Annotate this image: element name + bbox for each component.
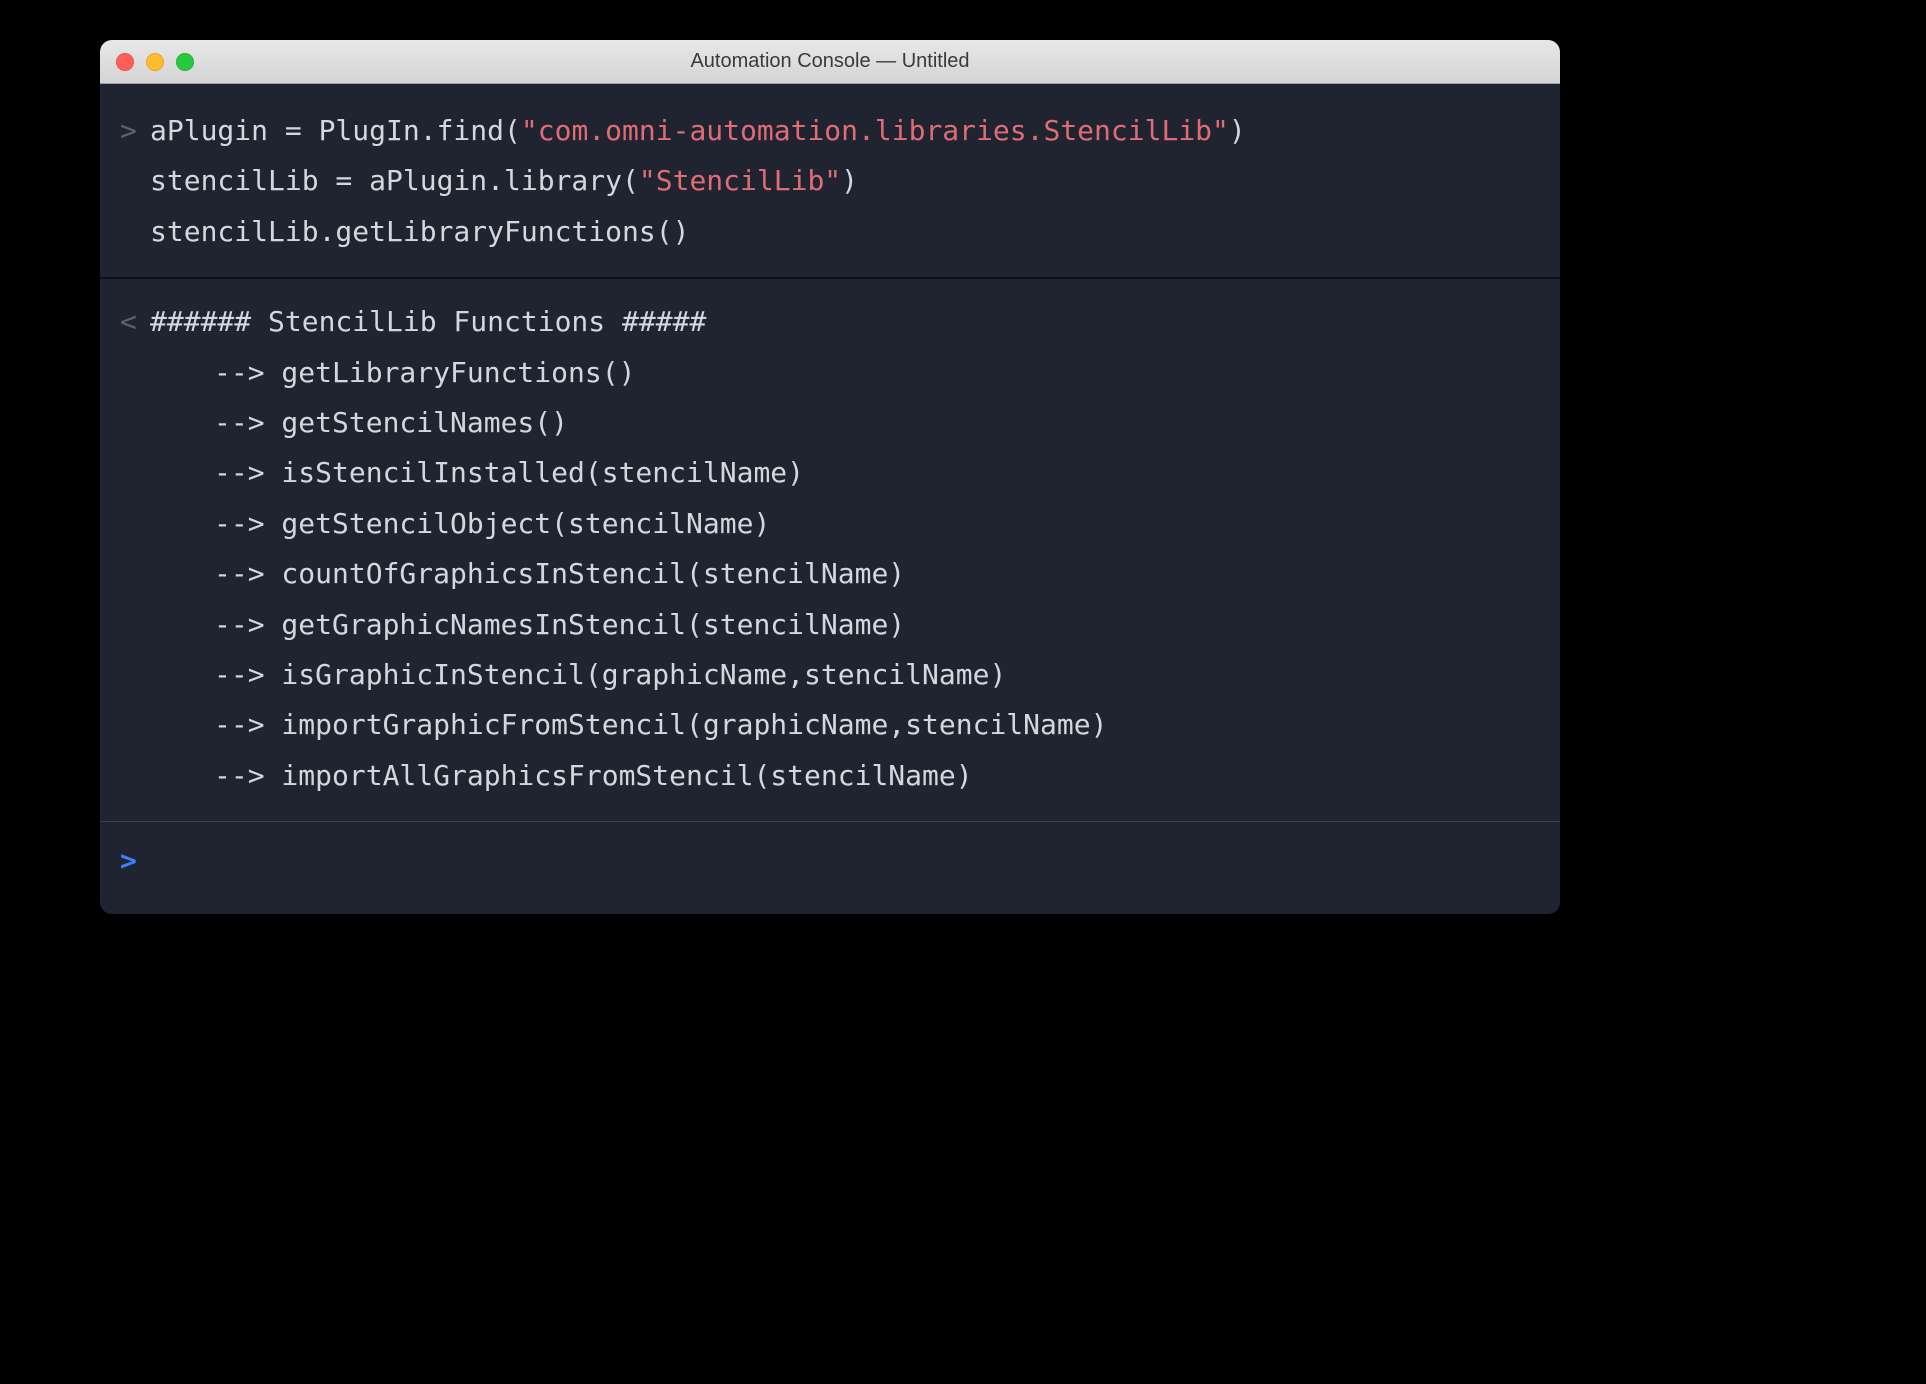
output-item-text: --> getGraphicNamesInStencil(stencilName… (150, 600, 905, 650)
traffic-lights (116, 53, 194, 71)
output-item: --> getLibraryFunctions() (120, 348, 1540, 398)
output-item: --> getStencilObject(stencilName) (120, 499, 1540, 549)
gutter-spacer (120, 156, 150, 206)
output-prompt-icon: < (120, 297, 150, 347)
console-body: > aPlugin = PlugIn.find("com.omni-automa… (100, 84, 1560, 914)
input-prompt-icon: > (120, 106, 150, 156)
output-item: --> isGraphicInStencil(graphicName,stenc… (120, 650, 1540, 700)
output-item: --> isStencilInstalled(stencilName) (120, 448, 1540, 498)
output-item-text: --> getStencilObject(stencilName) (150, 499, 770, 549)
output-item-text: --> importGraphicFromStencil(graphicName… (150, 700, 1107, 750)
console-window: Automation Console — Untitled > aPlugin … (100, 40, 1560, 914)
output-item-text: --> isGraphicInStencil(graphicName,stenc… (150, 650, 1006, 700)
output-item: --> getGraphicNamesInStencil(stencilName… (120, 600, 1540, 650)
code-text: stencilLib = aPlugin.library( (150, 156, 639, 206)
output-section: < ###### StencilLib Functions ##### --> … (100, 278, 1560, 822)
gutter-spacer (120, 348, 150, 398)
gutter-spacer (120, 600, 150, 650)
output-item-text: --> getStencilNames() (150, 398, 568, 448)
input-line-1: > aPlugin = PlugIn.find("com.omni-automa… (120, 106, 1540, 156)
gutter-spacer (120, 207, 150, 257)
output-item-text: --> importAllGraphicsFromStencil(stencil… (150, 751, 973, 801)
input-line-2: stencilLib = aPlugin.library("StencilLib… (120, 156, 1540, 206)
close-button[interactable] (116, 53, 134, 71)
string-literal: "com.omni-automation.libraries.StencilLi… (521, 106, 1229, 156)
gutter-spacer (120, 499, 150, 549)
output-items: --> getLibraryFunctions() --> getStencil… (120, 348, 1540, 802)
input-line-3: stencilLib.getLibraryFunctions() (120, 207, 1540, 257)
input-section: > aPlugin = PlugIn.find("com.omni-automa… (100, 84, 1560, 278)
minimize-button[interactable] (146, 53, 164, 71)
code-text: ) (1229, 106, 1246, 156)
maximize-button[interactable] (176, 53, 194, 71)
titlebar[interactable]: Automation Console — Untitled (100, 40, 1560, 84)
output-header: ###### StencilLib Functions ##### (150, 297, 706, 347)
prompt-section[interactable]: > (100, 822, 1560, 914)
code-text: ) (841, 156, 858, 206)
output-item: --> countOfGraphicsInStencil(stencilName… (120, 549, 1540, 599)
prompt-icon: > (120, 836, 150, 886)
gutter-spacer (120, 650, 150, 700)
prompt-line[interactable]: > (120, 836, 1540, 886)
output-item-text: --> getLibraryFunctions() (150, 348, 635, 398)
output-item-text: --> countOfGraphicsInStencil(stencilName… (150, 549, 905, 599)
gutter-spacer (120, 398, 150, 448)
output-header-line: < ###### StencilLib Functions ##### (120, 297, 1540, 347)
output-item-text: --> isStencilInstalled(stencilName) (150, 448, 804, 498)
output-item: --> importAllGraphicsFromStencil(stencil… (120, 751, 1540, 801)
gutter-spacer (120, 549, 150, 599)
gutter-spacer (120, 751, 150, 801)
string-literal: "StencilLib" (639, 156, 841, 206)
output-item: --> getStencilNames() (120, 398, 1540, 448)
gutter-spacer (120, 448, 150, 498)
code-text: stencilLib.getLibraryFunctions() (150, 207, 689, 257)
code-text: aPlugin = PlugIn.find( (150, 106, 521, 156)
output-item: --> importGraphicFromStencil(graphicName… (120, 700, 1540, 750)
gutter-spacer (120, 700, 150, 750)
window-title: Automation Console — Untitled (100, 50, 1560, 73)
